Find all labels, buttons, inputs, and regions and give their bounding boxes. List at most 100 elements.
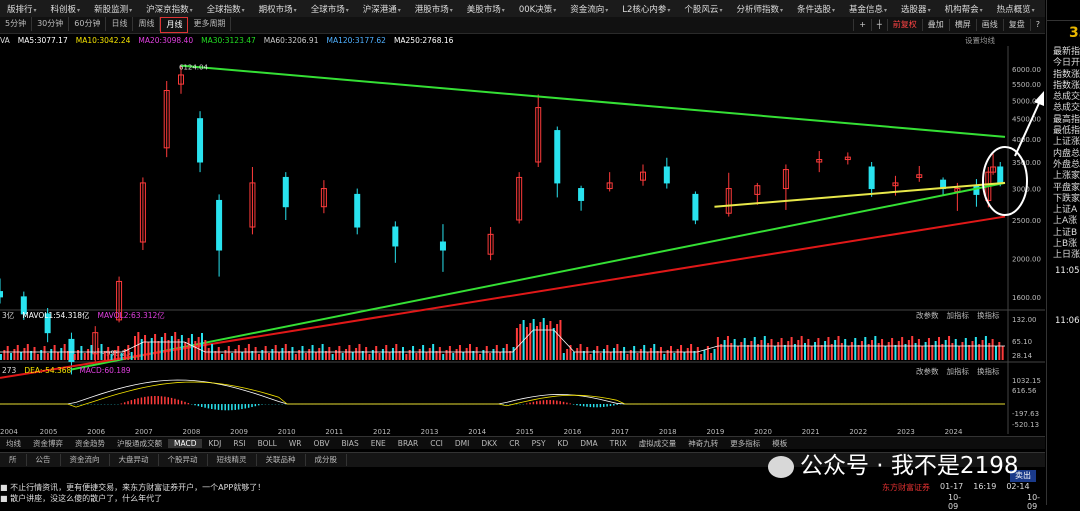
indicator-tab[interactable]: BIAS	[335, 439, 364, 448]
indicator-tab[interactable]: PSY	[526, 439, 552, 448]
menu-item[interactable]: 机构帮会	[938, 3, 990, 15]
volume-bar	[94, 352, 96, 360]
menu-item[interactable]: 基金信息	[842, 3, 894, 15]
time-label: 11:05	[1047, 266, 1080, 276]
toolbar-button[interactable]: 横屏	[949, 19, 976, 31]
macd-bar	[606, 404, 608, 407]
menu-item[interactable]: 全球市场	[304, 3, 356, 15]
panel-button[interactable]: 加指标	[947, 310, 970, 321]
set-ma-button[interactable]: 设置均线	[965, 35, 995, 46]
macd-bar	[211, 404, 213, 409]
info-tab[interactable]: 关联品种	[257, 454, 306, 466]
indicator-tab[interactable]: DMI	[449, 439, 475, 448]
period-tab[interactable]: 周线	[133, 17, 160, 31]
panel-button[interactable]: 换指标	[977, 310, 1000, 321]
indicator-tab[interactable]: 沪股通成交额	[111, 438, 168, 449]
toolbar-button[interactable]: 画线	[976, 19, 1003, 31]
macd-bar	[536, 401, 538, 404]
toolbar-button[interactable]: 前复权	[887, 19, 922, 31]
info-tab[interactable]: 个股异动	[159, 454, 208, 466]
volume-bar	[864, 337, 866, 360]
menu-item[interactable]: 期权市场	[252, 3, 304, 15]
panel-button[interactable]: 加指标	[947, 366, 970, 377]
indicator-tab[interactable]: 均线	[0, 438, 27, 449]
menu-item[interactable]: 全球指数	[200, 3, 252, 15]
period-tab[interactable]: 日线	[106, 17, 133, 31]
toolbar-button[interactable]: ┼	[871, 19, 887, 31]
indicator-tab[interactable]: KD	[552, 439, 575, 448]
volume-bar	[650, 348, 652, 360]
menu-item[interactable]: 分析师指数	[729, 3, 790, 15]
macd-bar	[241, 404, 243, 409]
indicator-tab[interactable]: BOLL	[252, 439, 283, 448]
menu-item[interactable]: 版排行	[0, 3, 44, 15]
menu-item[interactable]: 条件选股	[790, 3, 842, 15]
indicator-tab[interactable]: RSI	[227, 439, 251, 448]
menu-item[interactable]: 科创板	[44, 3, 88, 15]
info-tab[interactable]: 大盘异动	[110, 454, 159, 466]
indicator-tab[interactable]: DMA	[574, 439, 603, 448]
menu-item[interactable]: 资金流向	[563, 3, 615, 15]
panel-button[interactable]: 改参数	[916, 310, 939, 321]
menu-item[interactable]: 基金市值	[1042, 3, 1045, 15]
menu-item[interactable]: 沪深港通	[356, 3, 408, 15]
volume-bar	[37, 354, 39, 360]
menu-item[interactable]: 新股监测	[87, 3, 139, 15]
toolbar-button[interactable]: 叠加	[922, 19, 949, 31]
menu-item[interactable]: 沪深京指数	[139, 3, 200, 15]
menu-item[interactable]: 选股器	[894, 3, 938, 15]
indicator-tab[interactable]: OBV	[308, 439, 336, 448]
info-tab[interactable]: 短线精灵	[208, 454, 257, 466]
toolbar-button[interactable]: 复盘	[1003, 19, 1030, 31]
volume-bar	[918, 339, 920, 360]
period-tab[interactable]: 5分钟	[0, 17, 32, 31]
indicator-tab[interactable]: CR	[503, 439, 525, 448]
info-tab[interactable]: 公告	[27, 454, 61, 466]
macd-tick: -520.13	[1012, 421, 1039, 429]
macd-bar	[198, 404, 200, 406]
candle-body	[198, 119, 203, 162]
indicator-tab[interactable]: DKX	[475, 439, 503, 448]
menu-item[interactable]: 热点概览	[990, 3, 1042, 15]
panel-button[interactable]: 换指标	[977, 366, 1000, 377]
indicator-tab[interactable]: 神奇九转	[682, 438, 724, 449]
news-item[interactable]: ■ 散户讲座，没这么傻的散户了，什么年代了	[0, 493, 880, 504]
menu-item[interactable]: 美股市场	[460, 3, 512, 15]
menu-item[interactable]: 个股风云	[677, 3, 729, 15]
menu-item[interactable]: 港股市场	[408, 3, 460, 15]
toolbar-button[interactable]: ?	[1030, 19, 1045, 31]
legend-item: MAVOL2:63.312亿	[98, 310, 165, 321]
info-tab[interactable]: 成分股	[306, 454, 348, 466]
period-tab[interactable]: 30分钟	[32, 17, 69, 31]
indicator-tab[interactable]: WR	[283, 439, 308, 448]
period-tab[interactable]: 月线	[160, 17, 188, 33]
panel-button[interactable]: 改参数	[916, 366, 939, 377]
volume-bar	[258, 354, 260, 360]
macd-bar	[137, 398, 139, 404]
volume-bar	[871, 340, 873, 360]
macd-bar	[559, 401, 561, 404]
indicator-tab[interactable]: KDJ	[202, 439, 227, 448]
menu-item[interactable]: L2核心内参	[615, 3, 677, 15]
info-tab[interactable]: 所	[0, 454, 27, 466]
indicator-tab[interactable]: 虚拟成交量	[633, 438, 683, 449]
indicator-tab[interactable]: 资金趋势	[69, 438, 111, 449]
period-tab[interactable]: 更多周期	[188, 17, 231, 31]
indicator-tab[interactable]: 资金博弈	[27, 438, 69, 449]
indicator-tab[interactable]: 更多指标	[724, 438, 766, 449]
indicator-tab[interactable]: ENE	[365, 439, 392, 448]
macd-bar	[174, 399, 176, 405]
indicator-tab[interactable]: BRAR	[392, 439, 424, 448]
indicator-tab[interactable]: CCI	[424, 439, 449, 448]
info-tab[interactable]: 资金流向	[61, 454, 110, 466]
news-item[interactable]: ■ 不止行情资讯，更有便捷交易，来东方财富证券开户，一个APP就够了！	[0, 482, 880, 493]
menu-item[interactable]: 00K决策	[512, 3, 563, 15]
toolbar-button[interactable]: +	[853, 19, 871, 31]
legend-item: 3亿	[2, 310, 14, 321]
volume-bar	[84, 353, 86, 360]
period-tab[interactable]: 60分钟	[69, 17, 106, 31]
volume-bar	[245, 348, 247, 360]
indicator-tab[interactable]: TRIX	[604, 439, 633, 448]
volume-bar	[680, 345, 682, 360]
indicator-tab[interactable]: MACD	[168, 439, 202, 448]
